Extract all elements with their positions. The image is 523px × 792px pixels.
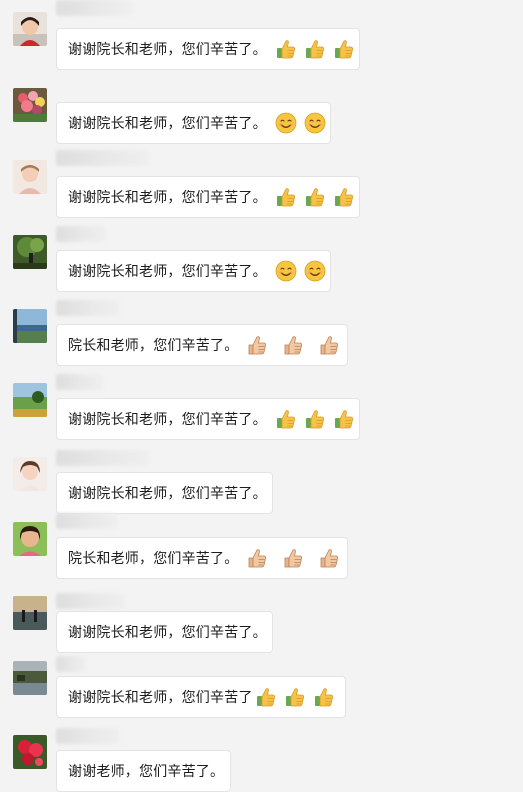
chat-message: 院长和老师，您们辛苦了。 xyxy=(0,509,523,579)
avatar[interactable] xyxy=(13,12,47,46)
message-bubble[interactable]: 谢谢院长和老师，您们辛苦了。 xyxy=(56,250,331,292)
avatar[interactable] xyxy=(13,383,47,417)
thumbs-up-icon xyxy=(255,686,277,708)
sender-name-blurred xyxy=(56,728,120,744)
sender-name-blurred xyxy=(56,300,120,316)
emoji-group xyxy=(255,686,335,708)
smile-icon xyxy=(304,260,326,282)
thumbs-up-icon xyxy=(333,186,355,208)
message-text: 谢谢院长和老师，您们辛苦了。 xyxy=(68,116,267,132)
emoji-group xyxy=(246,547,340,569)
avatar[interactable] xyxy=(13,661,47,695)
message-bubble[interactable]: 谢谢院长和老师，您们辛苦了。 xyxy=(56,398,360,440)
message-bubble[interactable]: 谢谢院长和老师，您们辛苦了。 xyxy=(56,102,331,144)
message-text: 谢谢院长和老师，您们辛苦了。 xyxy=(68,412,267,428)
chat-message: 谢谢院长和老师，您们辛苦了。 xyxy=(0,444,523,514)
sender-name-blurred xyxy=(56,513,118,529)
avatar[interactable] xyxy=(13,88,47,122)
chat-message: 谢谢院长和老师，您们辛苦了 xyxy=(0,648,523,718)
chat-message: 谢谢院长和老师，您们辛苦了。 xyxy=(0,148,523,218)
chat-message: 谢谢院长和老师，您们辛苦了。 xyxy=(0,370,523,440)
message-bubble[interactable]: 院长和老师，您们辛苦了。 xyxy=(56,537,348,579)
message-bubble[interactable]: 谢谢院长和老师，您们辛苦了。 xyxy=(56,611,273,653)
thumbs-up-icon xyxy=(313,686,335,708)
thumbs-up-icon xyxy=(275,408,297,430)
message-bubble[interactable]: 谢谢院长和老师，您们辛苦了。 xyxy=(56,28,360,70)
avatar[interactable] xyxy=(13,235,47,269)
chat-message: 谢谢老师，您们辛苦了。 xyxy=(0,722,523,792)
chat-message: 谢谢院长和老师，您们辛苦了。 xyxy=(0,0,523,70)
thumbs-up-skin-icon xyxy=(282,334,304,356)
chat-message-list: 谢谢院长和老师，您们辛苦了。 谢谢院长和老师，您们辛苦了。 谢谢院长和老师，您们… xyxy=(0,0,523,792)
thumbs-up-icon xyxy=(304,186,326,208)
message-text: 谢谢院长和老师，您们辛苦了。 xyxy=(68,486,267,502)
message-text: 院长和老师，您们辛苦了。 xyxy=(68,551,239,567)
smile-icon xyxy=(275,112,297,134)
thumbs-up-icon xyxy=(284,686,306,708)
emoji-group xyxy=(275,260,326,282)
message-bubble[interactable]: 谢谢院长和老师，您们辛苦了。 xyxy=(56,472,273,514)
message-text: 谢谢院长和老师，您们辛苦了。 xyxy=(68,264,267,280)
sender-name-blurred xyxy=(56,0,134,16)
chat-message: 谢谢院长和老师，您们辛苦了。 xyxy=(0,74,523,144)
message-text: 谢谢院长和老师，您们辛苦了 xyxy=(68,690,253,706)
thumbs-up-skin-icon xyxy=(318,547,340,569)
emoji-group xyxy=(275,186,355,208)
message-text: 谢谢院长和老师，您们辛苦了。 xyxy=(68,42,267,58)
sender-name-blurred xyxy=(56,226,106,242)
thumbs-up-skin-icon xyxy=(282,547,304,569)
message-text: 谢谢院长和老师，您们辛苦了。 xyxy=(68,625,267,641)
emoji-group xyxy=(275,112,326,134)
sender-name-blurred xyxy=(56,150,150,166)
avatar[interactable] xyxy=(13,522,47,556)
message-bubble[interactable]: 谢谢院长和老师，您们辛苦了。 xyxy=(56,176,360,218)
sender-name-blurred xyxy=(56,450,150,466)
thumbs-up-icon xyxy=(333,408,355,430)
emoji-group xyxy=(275,408,355,430)
thumbs-up-icon xyxy=(275,38,297,60)
message-text: 院长和老师，您们辛苦了。 xyxy=(68,338,239,354)
avatar[interactable] xyxy=(13,309,47,343)
chat-message: 谢谢院长和老师，您们辛苦了。 xyxy=(0,222,523,292)
thumbs-up-icon xyxy=(333,38,355,60)
thumbs-up-icon xyxy=(304,408,326,430)
thumbs-up-skin-icon xyxy=(246,334,268,356)
message-bubble[interactable]: 院长和老师，您们辛苦了。 xyxy=(56,324,348,366)
message-bubble[interactable]: 谢谢老师，您们辛苦了。 xyxy=(56,750,231,792)
smile-icon xyxy=(304,112,326,134)
thumbs-up-skin-icon xyxy=(318,334,340,356)
message-text: 谢谢老师，您们辛苦了。 xyxy=(68,764,225,780)
emoji-group xyxy=(275,38,355,60)
thumbs-up-icon xyxy=(275,186,297,208)
thumbs-up-icon xyxy=(304,38,326,60)
sender-name-blurred xyxy=(56,374,104,390)
thumbs-up-skin-icon xyxy=(246,547,268,569)
avatar[interactable] xyxy=(13,457,47,491)
chat-message: 谢谢院长和老师，您们辛苦了。 xyxy=(0,583,523,653)
sender-name-blurred xyxy=(56,656,86,672)
sender-name-blurred xyxy=(56,593,126,609)
avatar[interactable] xyxy=(13,735,47,769)
avatar[interactable] xyxy=(13,160,47,194)
avatar[interactable] xyxy=(13,596,47,630)
emoji-group xyxy=(246,334,340,356)
message-bubble[interactable]: 谢谢院长和老师，您们辛苦了 xyxy=(56,676,346,718)
smile-icon xyxy=(275,260,297,282)
chat-message: 院长和老师，您们辛苦了。 xyxy=(0,296,523,366)
message-text: 谢谢院长和老师，您们辛苦了。 xyxy=(68,190,267,206)
